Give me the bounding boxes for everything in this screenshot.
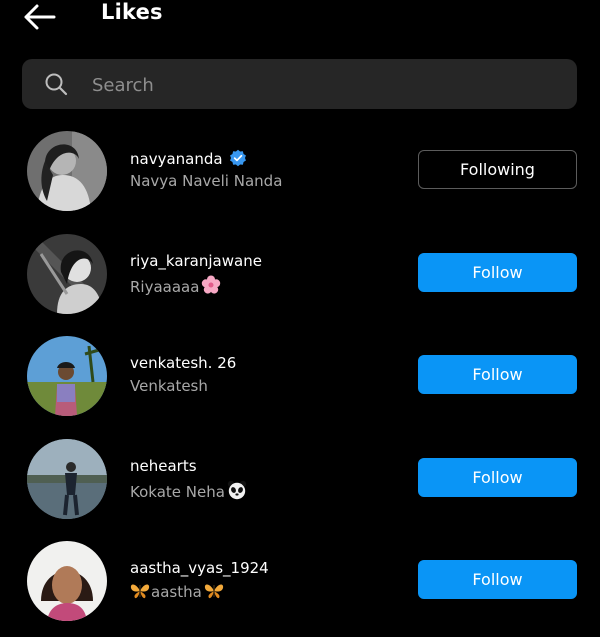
header: Likes	[0, 0, 600, 40]
follow-button[interactable]: Follow	[418, 355, 577, 394]
user-row-nehearts[interactable]: nehearts Kokate Neha Follow	[0, 439, 600, 535]
avatar[interactable]	[27, 439, 107, 519]
following-button[interactable]: Following	[418, 150, 577, 189]
search-input[interactable]	[90, 59, 564, 111]
avatar[interactable]	[27, 131, 107, 211]
full-name: Kokate Neha	[130, 480, 247, 501]
full-name-text: Kokate Neha	[130, 483, 225, 501]
user-row-venkatesh[interactable]: venkatesh. 26 Venkatesh Follow	[0, 336, 600, 432]
follow-button[interactable]: Follow	[418, 560, 577, 599]
cherry-blossom-icon	[202, 275, 221, 294]
full-name-text: Riyaaaaa	[130, 278, 200, 296]
butterfly-icon	[130, 584, 150, 599]
search-icon	[45, 73, 68, 96]
username[interactable]: venkatesh. 26	[130, 354, 236, 372]
search-bar[interactable]	[22, 59, 577, 111]
full-name: aastha	[130, 582, 224, 601]
username-text[interactable]: navyananda	[130, 150, 223, 168]
full-name: Venkatesh	[130, 377, 208, 395]
full-name: Navya Naveli Nanda	[130, 172, 283, 190]
full-name: Riyaaaaa	[130, 275, 221, 296]
avatar[interactable]	[27, 541, 107, 621]
avatar[interactable]	[27, 336, 107, 416]
page-title: Likes	[101, 0, 163, 24]
user-row-navyananda[interactable]: navyananda Navya Naveli Nanda Following	[0, 131, 600, 227]
user-row-riya_karanjawane[interactable]: riya_karanjawane Riyaaaaa Follow	[0, 234, 600, 330]
follow-button[interactable]: Follow	[418, 458, 577, 497]
follow-button[interactable]: Follow	[418, 253, 577, 292]
arrow-left-icon	[24, 4, 56, 30]
user-row-aastha_vyas_1924[interactable]: aastha_vyas_1924 aastha Follow	[0, 541, 600, 637]
username[interactable]: navyananda	[130, 149, 247, 168]
username[interactable]: nehearts	[130, 457, 197, 475]
butterfly-icon	[204, 584, 223, 599]
verified-badge-icon	[229, 149, 246, 167]
back-button[interactable]	[20, 2, 60, 32]
panda-icon	[227, 480, 247, 500]
username[interactable]: aastha_vyas_1924	[130, 559, 269, 577]
username[interactable]: riya_karanjawane	[130, 252, 262, 270]
full-name-text: aastha	[151, 583, 202, 601]
avatar[interactable]	[27, 234, 107, 314]
